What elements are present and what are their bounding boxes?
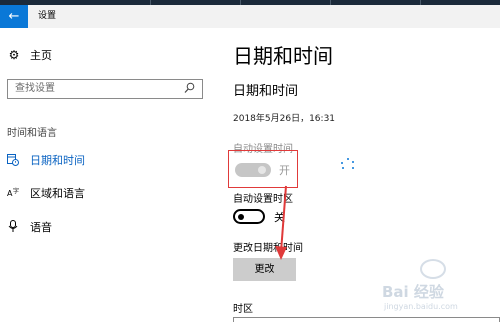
calendar-clock-icon — [7, 153, 19, 167]
change-datetime-label: 更改日期和时间 — [233, 243, 303, 254]
watermark-url: jingyan.baidu.com — [384, 302, 458, 311]
language-icon: A 字 — [7, 186, 19, 200]
section-title: 日期和时间 — [233, 84, 299, 99]
change-button[interactable]: 更改 — [233, 258, 296, 281]
sidebar-item-home[interactable]: ⚙ 主页 — [7, 46, 52, 64]
sidebar-item-speech[interactable]: 语音 — [7, 218, 52, 236]
gear-icon: ⚙ — [8, 48, 20, 62]
sidebar-item-label: 语音 — [30, 221, 52, 234]
search-input[interactable]: 查找设置 — [7, 79, 203, 99]
sidebar-item-label: 区域和语言 — [30, 187, 85, 200]
baidu-paw-logo-icon — [420, 259, 446, 279]
timezone-select[interactable] — [233, 317, 500, 322]
microphone-icon — [7, 220, 19, 234]
toggle-knob — [238, 213, 244, 220]
back-button[interactable]: ← — [0, 5, 28, 28]
search-placeholder: 查找设置 — [15, 83, 55, 94]
title-bar — [0, 5, 500, 28]
sidebar-item-date-time[interactable]: 日期和时间 — [7, 151, 85, 169]
watermark-text: Bai 经验 — [382, 283, 444, 301]
sidebar-item-label: 日期和时间 — [30, 154, 85, 167]
search-icon[interactable] — [184, 82, 196, 96]
auto-timezone-label: 自动设置时区 — [233, 194, 293, 205]
sidebar-section-heading: 时间和语言 — [7, 128, 57, 139]
timezone-label: 时区 — [233, 304, 253, 315]
window-title: 设置 — [38, 11, 57, 21]
loading-spinner-icon — [341, 158, 355, 172]
back-arrow-icon: ← — [8, 9, 20, 24]
auto-timezone-toggle[interactable] — [233, 209, 265, 224]
sidebar-item-label: 主页 — [30, 49, 52, 62]
page-title: 日期和时间 — [233, 44, 333, 68]
svg-text:字: 字 — [13, 187, 19, 195]
annotation-highlight-box — [228, 150, 298, 188]
sidebar-item-region-language[interactable]: A 字 区域和语言 — [7, 184, 85, 202]
auto-timezone-state: 关 — [274, 211, 285, 224]
current-datetime: 2018年5月26日，16:31 — [233, 114, 336, 124]
watermark: Bai 经验 jingyan.baidu.com — [376, 255, 500, 315]
